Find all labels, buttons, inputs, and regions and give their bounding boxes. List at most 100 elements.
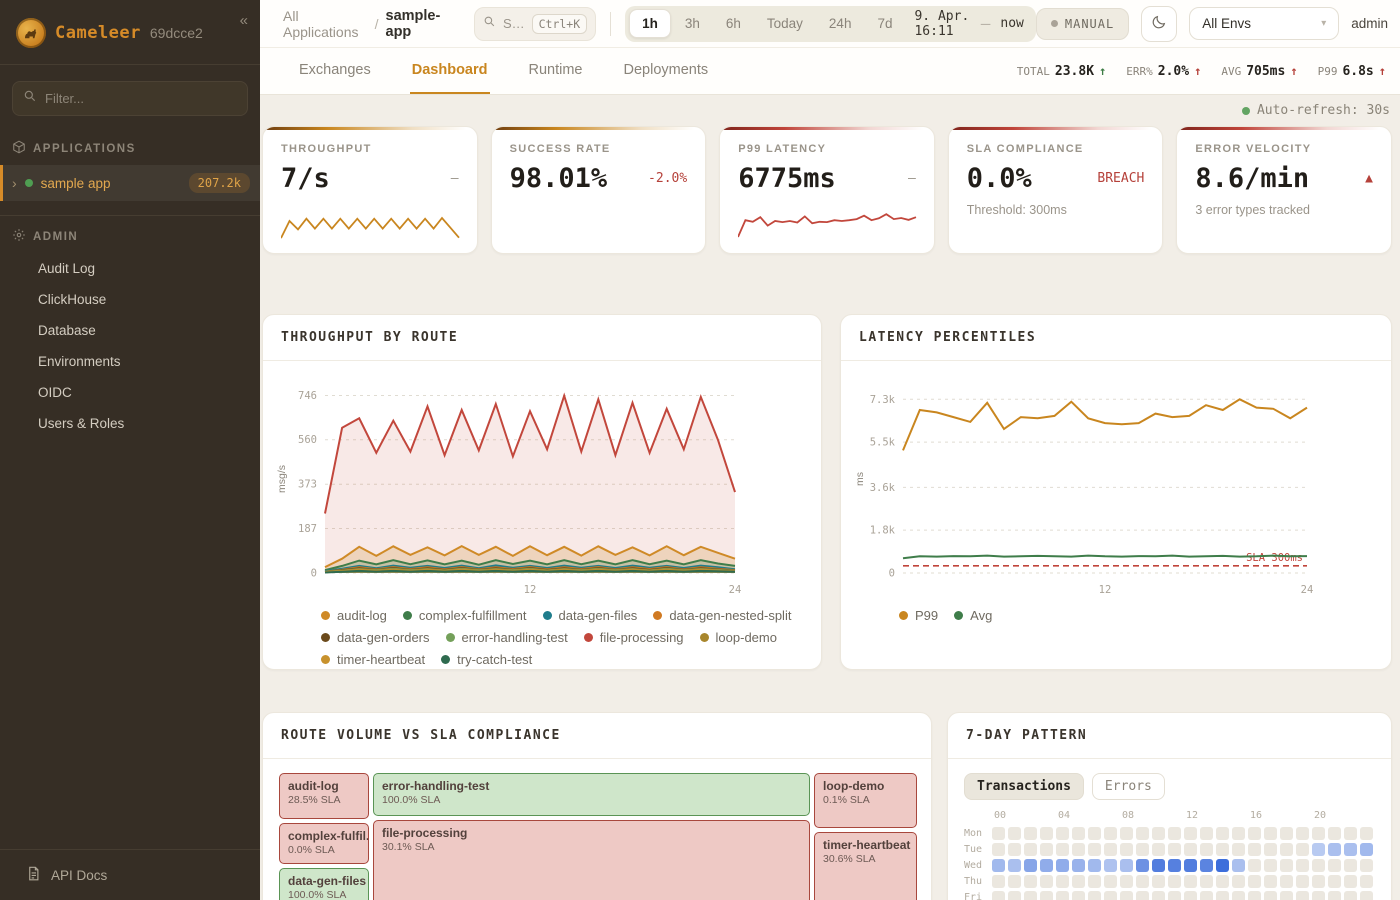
sidebar-item-clickhouse[interactable]: ClickHouse [0, 284, 260, 315]
heatmap-cell[interactable] [1296, 859, 1309, 872]
breadcrumb-root[interactable]: All Applications [283, 8, 368, 40]
treemap-box-loop-demo[interactable]: loop-demo0.1% SLA [814, 773, 917, 828]
legend-item-complex-fulfillment[interactable]: complex-fulfillment [403, 608, 527, 623]
sidebar-item-users-roles[interactable]: Users & Roles [0, 408, 260, 439]
heatmap-cell[interactable] [1280, 891, 1293, 900]
heatmap-cell[interactable] [1008, 875, 1021, 888]
legend-item-data-gen-files[interactable]: data-gen-files [543, 608, 638, 623]
heatmap-cell[interactable] [1152, 843, 1165, 856]
heatmap-cell[interactable] [1024, 843, 1037, 856]
heatmap-cell[interactable] [992, 891, 1005, 900]
legend-item-try-catch-test[interactable]: try-catch-test [441, 652, 532, 667]
treemap-box-error-handling-test[interactable]: error-handling-test100.0% SLA [373, 773, 810, 816]
treemap-box-audit-log[interactable]: audit-log28.5% SLA [279, 773, 369, 819]
heatmap-cell[interactable] [1328, 827, 1341, 840]
heatmap-cell[interactable] [1200, 827, 1213, 840]
heatmap-cell[interactable] [1312, 859, 1325, 872]
env-select[interactable]: All Envs ▾ [1189, 7, 1339, 40]
heatmap-cell[interactable] [1296, 875, 1309, 888]
heatmap-cell[interactable] [1328, 891, 1341, 900]
heatmap-cell[interactable] [1216, 827, 1229, 840]
heatmap-cell[interactable] [1088, 843, 1101, 856]
heatmap-cell[interactable] [1312, 843, 1325, 856]
heatmap-cell[interactable] [1072, 859, 1085, 872]
legend-item-error-handling-test[interactable]: error-handling-test [446, 630, 568, 645]
toggle-errors[interactable]: Errors [1092, 773, 1165, 800]
heatmap-cell[interactable] [1360, 875, 1373, 888]
heatmap-cell[interactable] [1232, 875, 1245, 888]
heatmap-cell[interactable] [1312, 891, 1325, 900]
legend-item-audit-log[interactable]: audit-log [321, 608, 387, 623]
heatmap-cell[interactable] [1152, 875, 1165, 888]
heatmap-cell[interactable] [1088, 891, 1101, 900]
heatmap-cell[interactable] [1104, 859, 1117, 872]
tab-dashboard[interactable]: Dashboard [410, 48, 490, 94]
heatmap-cell[interactable] [1056, 875, 1069, 888]
treemap-box-file-processing[interactable]: file-processing30.1% SLA [373, 820, 810, 900]
heatmap-cell[interactable] [1024, 859, 1037, 872]
heatmap-cell[interactable] [1344, 859, 1357, 872]
legend-item-loop-demo[interactable]: loop-demo [700, 630, 777, 645]
time-range-today[interactable]: Today [755, 9, 815, 38]
heatmap-cell[interactable] [1200, 859, 1213, 872]
heatmap-cell[interactable] [1072, 891, 1085, 900]
heatmap-cell[interactable] [1232, 891, 1245, 900]
heatmap-cell[interactable] [1040, 843, 1053, 856]
heatmap-cell[interactable] [1072, 843, 1085, 856]
heatmap-cell[interactable] [1216, 843, 1229, 856]
heatmap-cell[interactable] [1120, 875, 1133, 888]
heatmap-cell[interactable] [1168, 859, 1181, 872]
treemap-box-complex-fulfil-[interactable]: complex-fulfil...0.0% SLA [279, 823, 369, 864]
dark-mode-toggle[interactable] [1141, 6, 1177, 42]
heatmap-cell[interactable] [1104, 891, 1117, 900]
heatmap-cell[interactable] [1120, 891, 1133, 900]
heatmap-cell[interactable] [1344, 875, 1357, 888]
legend-item-data-gen-orders[interactable]: data-gen-orders [321, 630, 430, 645]
heatmap-cell[interactable] [1280, 859, 1293, 872]
filter-input[interactable] [45, 91, 237, 106]
heatmap-cell[interactable] [1328, 859, 1341, 872]
heatmap-cell[interactable] [1040, 891, 1053, 900]
date-from[interactable]: 9. Apr. 16:11 [906, 9, 978, 39]
tab-deployments[interactable]: Deployments [622, 48, 711, 94]
heatmap-cell[interactable] [1104, 843, 1117, 856]
heatmap-cell[interactable] [1184, 875, 1197, 888]
heatmap-cell[interactable] [1344, 843, 1357, 856]
heatmap-cell[interactable] [992, 827, 1005, 840]
heatmap-cell[interactable] [1104, 875, 1117, 888]
heatmap-cell[interactable] [1296, 827, 1309, 840]
heatmap-cell[interactable] [1280, 875, 1293, 888]
heatmap-cell[interactable] [1072, 875, 1085, 888]
heatmap-cell[interactable] [1168, 891, 1181, 900]
heatmap-cell[interactable] [1056, 843, 1069, 856]
heatmap-cell[interactable] [1360, 859, 1373, 872]
heatmap-cell[interactable] [1120, 827, 1133, 840]
heatmap-cell[interactable] [1264, 843, 1277, 856]
heatmap-cell[interactable] [1328, 875, 1341, 888]
heatmap-cell[interactable] [992, 859, 1005, 872]
heatmap-cell[interactable] [1008, 843, 1021, 856]
heatmap-cell[interactable] [1248, 891, 1261, 900]
heatmap-cell[interactable] [1040, 859, 1053, 872]
heatmap-cell[interactable] [1280, 843, 1293, 856]
time-range-24h[interactable]: 24h [817, 9, 864, 38]
chevron-right-icon[interactable]: › [12, 175, 17, 191]
heatmap-cell[interactable] [1248, 827, 1261, 840]
heatmap-cell[interactable] [1040, 827, 1053, 840]
heatmap-cell[interactable] [1152, 891, 1165, 900]
heatmap-cell[interactable] [1152, 827, 1165, 840]
sidebar-item-oidc[interactable]: OIDC [0, 377, 260, 408]
heatmap-cell[interactable] [1200, 843, 1213, 856]
heatmap-cell[interactable] [1168, 875, 1181, 888]
latency-percentiles-chart[interactable]: 01.8k3.6k5.5k7.3k1224msSLA 300ms [851, 369, 1377, 601]
heatmap-cell[interactable] [1248, 843, 1261, 856]
heatmap-cell[interactable] [1008, 859, 1021, 872]
heatmap-cell[interactable] [1152, 859, 1165, 872]
heatmap-cell[interactable] [1248, 859, 1261, 872]
sidebar-item-audit-log[interactable]: Audit Log [0, 253, 260, 284]
manual-refresh-button[interactable]: MANUAL [1036, 8, 1129, 40]
heatmap-cell[interactable] [1216, 875, 1229, 888]
time-range-6h[interactable]: 6h [714, 9, 753, 38]
sidebar-item-api-docs[interactable]: API Docs [0, 849, 260, 900]
legend-item-p99[interactable]: P99 [899, 608, 938, 623]
